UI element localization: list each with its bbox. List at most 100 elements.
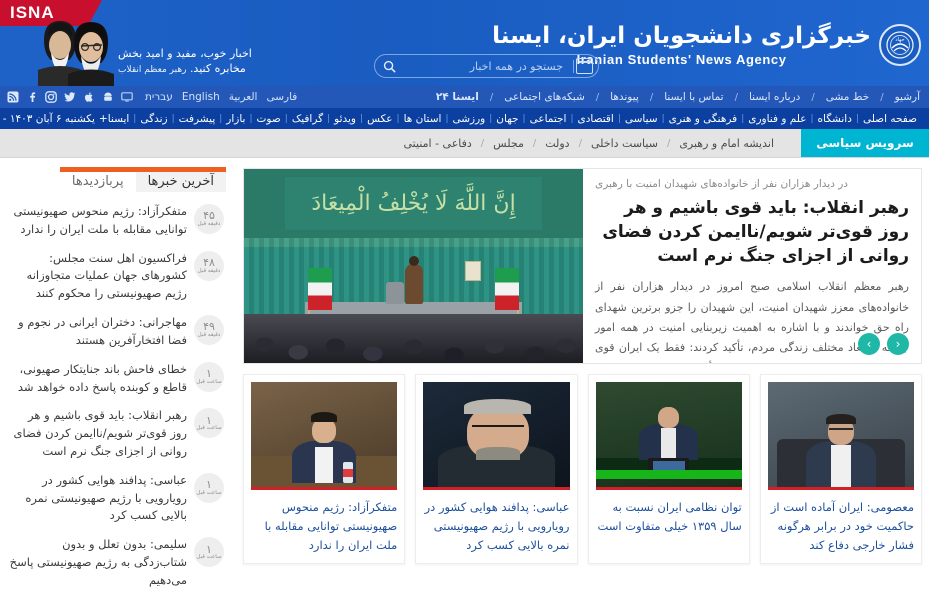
- service-link-domestic-politics[interactable]: سیاست داخلی: [586, 137, 663, 150]
- service-link-parliament[interactable]: مجلس: [488, 137, 529, 150]
- nav-separator: |: [133, 114, 136, 124]
- utility-separator: /: [811, 92, 814, 103]
- news-card[interactable]: عباسی: پدافند هوایی کشور در رویارویی با …: [415, 374, 577, 564]
- time-badge: ۱ ساعت قبل: [194, 408, 224, 438]
- news-card-title[interactable]: توان نظامی ایران نسبت به سال ۱۳۵۹ خیلی م…: [596, 498, 742, 536]
- list-item-title[interactable]: فراکسیون اهل سنت مجلس: کشورهای جهان عملی…: [8, 250, 187, 303]
- news-card-title[interactable]: معصومی: ایران آماده است از حاکمیت خود در…: [768, 498, 914, 555]
- nav-item-progress[interactable]: پیشرفت: [175, 113, 220, 125]
- main-navigation: صفحه اصلی| دانشگاه| علم و فناوری| فرهنگی…: [0, 108, 929, 129]
- tab-latest-news[interactable]: آخرین خبرها: [136, 170, 226, 192]
- news-card-title[interactable]: متفکرآزاد: رژیم منحوس صهیونیستی توانایی …: [251, 498, 397, 555]
- hero-image-wall-portrait: [465, 261, 481, 281]
- hero-article[interactable]: در دیدار هزاران نفر از خانواده‌های شهیدا…: [243, 168, 922, 364]
- hero-image[interactable]: إِنَّ اللَّهَ لَا یُخْلِفُ الْمِیعَادَ: [244, 169, 583, 364]
- calendar-icon[interactable]: [576, 58, 593, 74]
- hero-next-button[interactable]: ›: [887, 333, 909, 355]
- service-link-imam-leadership[interactable]: اندیشه امام و رهبری: [674, 137, 779, 150]
- list-item[interactable]: ۱ ساعت قبل رهبر انقلاب: باید قوی باشیم و…: [6, 402, 226, 466]
- list-item-title[interactable]: سلیمی: بدون تعلل و بدون شتاب‌زدگی به رژی…: [8, 536, 187, 589]
- list-item-title[interactable]: عباسی: پدافند هوایی کشور در رویارویی با …: [8, 472, 187, 525]
- search-bar[interactable]: [374, 54, 599, 78]
- nav-separator: |: [570, 114, 573, 124]
- nav-item-economy[interactable]: اقتصادی: [574, 113, 618, 125]
- news-card-image[interactable]: [423, 382, 569, 490]
- nav-item-world[interactable]: جهان: [492, 113, 522, 125]
- language-link-hebrew[interactable]: עברית: [145, 91, 173, 103]
- nav-separator: |: [445, 114, 448, 124]
- nav-item-home[interactable]: صفحه اصلی: [859, 113, 921, 125]
- news-card-row: معصومی: ایران آماده است از حاکمیت خود در…: [243, 374, 922, 564]
- page-content: در دیدار هزاران نفر از خانواده‌های شهیدا…: [0, 158, 929, 573]
- utility-link-isna24[interactable]: ایسنا ۲۴: [436, 91, 479, 103]
- nav-item-audio[interactable]: صوت: [253, 113, 285, 125]
- nav-item-isna-plus[interactable]: ایسنا+: [95, 113, 133, 125]
- hero-image-speaker-figure: [405, 264, 423, 304]
- list-item[interactable]: ۱ ساعت قبل خطای فاحش باند جنایتکار صهیون…: [6, 356, 226, 403]
- nav-item-market[interactable]: بازار: [222, 113, 249, 125]
- news-card-image[interactable]: [768, 382, 914, 490]
- news-card[interactable]: متفکرآزاد: رژیم منحوس صهیونیستی توانایی …: [243, 374, 405, 564]
- time-badge-number: ۱: [206, 368, 212, 380]
- nav-item-sports[interactable]: ورزشی: [448, 113, 489, 125]
- list-item[interactable]: ۱ ساعت قبل عباسی: پدافند هوایی کشور در ر…: [6, 467, 226, 531]
- time-badge-unit: دقیقه قبل: [198, 269, 221, 275]
- time-badge-unit: دقیقه قبل: [198, 222, 221, 228]
- language-link-arabic[interactable]: العربیة: [229, 91, 258, 103]
- nav-item-university[interactable]: دانشگاه: [814, 113, 856, 125]
- nav-separator: |: [489, 114, 492, 124]
- nav-item-graphic[interactable]: گرافیک: [288, 113, 327, 125]
- list-item[interactable]: ۱ ساعت قبل سلیمی: بدون تعلل و بدون شتاب‌…: [6, 531, 226, 591]
- language-link-persian[interactable]: فارسی: [266, 91, 297, 103]
- utility-link-about[interactable]: درباره ایسنا: [749, 91, 800, 103]
- service-link-defense-security[interactable]: دفاعی - امنیتی: [399, 137, 477, 150]
- list-item-title[interactable]: رهبر انقلاب: باید قوی باشیم و هر روز قوی…: [8, 407, 187, 460]
- nav-item-society[interactable]: اجتماعی: [526, 113, 571, 125]
- news-card-image[interactable]: [596, 382, 742, 490]
- apple-icon[interactable]: [82, 91, 95, 104]
- twitter-icon[interactable]: [63, 91, 76, 104]
- news-card[interactable]: توان نظامی ایران نسبت به سال ۱۳۵۹ خیلی م…: [588, 374, 750, 564]
- desktop-icon[interactable]: [120, 91, 133, 104]
- hero-image-iran-flag-left: [308, 268, 332, 310]
- list-item[interactable]: ۴۹ دقیقه قبل مهاجرانی: دختران ایرانی در …: [6, 309, 226, 356]
- utility-link-contact[interactable]: تماس با ایسنا: [664, 91, 723, 103]
- utility-link-policy[interactable]: خط مشی: [826, 91, 870, 103]
- list-item-title[interactable]: خطای فاحش باند جنایتکار صهیونی، قاطع و ک…: [8, 361, 187, 397]
- nav-item-photo[interactable]: عکس: [363, 113, 396, 125]
- site-header-banner: ISNA جهاد خبرگزاری دانشجویان ایران، ایسن…: [0, 0, 929, 86]
- service-links: اندیشه امام و رهبری / سیاست داخلی / دولت…: [399, 129, 801, 157]
- news-card[interactable]: معصومی: ایران آماده است از حاکمیت خود در…: [760, 374, 922, 564]
- nav-item-culture-art[interactable]: فرهنگی و هنری: [665, 113, 742, 125]
- service-link-government[interactable]: دولت: [540, 137, 574, 150]
- nav-separator: |: [285, 114, 288, 124]
- hero-prev-button[interactable]: ‹: [858, 333, 880, 355]
- utility-link-archive[interactable]: آرشیو: [895, 91, 920, 103]
- search-icon[interactable]: [382, 59, 397, 74]
- nav-item-provinces[interactable]: استان ها: [400, 113, 446, 125]
- android-icon[interactable]: [101, 91, 114, 104]
- hero-headline[interactable]: رهبر انقلاب: باید قوی باشیم و هر روز قوی…: [595, 196, 909, 268]
- nav-separator: |: [856, 114, 859, 124]
- list-item-title[interactable]: متفکرآزاد: رژیم منحوس صهیونیستی توانایی …: [8, 203, 187, 239]
- nav-item-politics[interactable]: سیاسی: [621, 113, 662, 125]
- list-item[interactable]: ۴۵ دقیقه قبل متفکرآزاد: رژیم منحوس صهیون…: [6, 198, 226, 245]
- news-card-image[interactable]: [251, 382, 397, 490]
- language-link-english[interactable]: English: [182, 91, 220, 103]
- news-card-title[interactable]: عباسی: پدافند هوایی کشور در رویارویی با …: [423, 498, 569, 555]
- rss-icon[interactable]: [6, 91, 19, 104]
- list-item-title[interactable]: مهاجرانی: دختران ایرانی در نجوم و فضا اف…: [8, 314, 187, 350]
- utility-link-links[interactable]: پیوندها: [610, 91, 639, 103]
- utility-link-social[interactable]: شبکه‌های اجتماعی: [504, 91, 585, 103]
- hero-carousel-controls: ‹ ›: [858, 333, 909, 355]
- hero-image-calligraphy-banner: إِنَّ اللَّهَ لَا یُخْلِفُ الْمِیعَادَ: [285, 177, 543, 230]
- search-input[interactable]: [397, 60, 567, 73]
- nav-separator: |: [397, 114, 400, 124]
- tab-most-viewed[interactable]: پربازدیدها: [60, 170, 136, 192]
- nav-item-science-tech[interactable]: علم و فناوری: [744, 113, 810, 125]
- nav-item-video[interactable]: ویدئو: [330, 113, 360, 125]
- instagram-icon[interactable]: [44, 91, 57, 104]
- list-item[interactable]: ۴۸ دقیقه قبل فراکسیون اهل سنت مجلس: کشور…: [6, 245, 226, 309]
- nav-item-life[interactable]: زندگی: [136, 113, 171, 125]
- facebook-icon[interactable]: [25, 91, 38, 104]
